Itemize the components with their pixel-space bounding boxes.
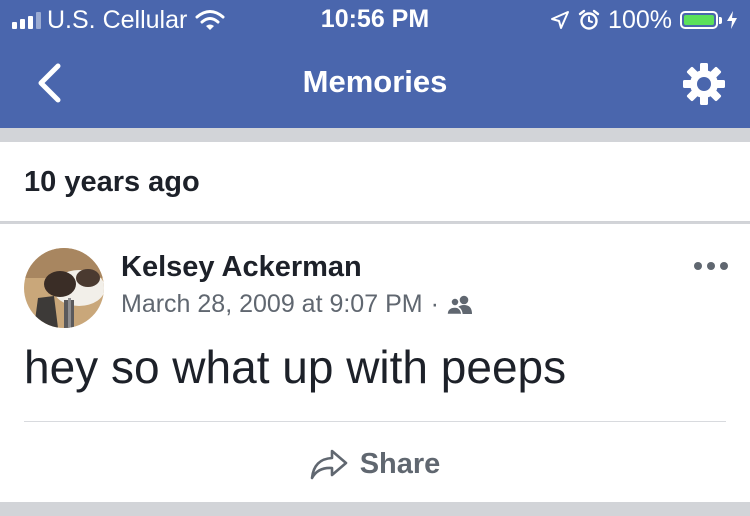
battery-fill (684, 15, 714, 25)
battery-tip (719, 17, 722, 24)
more-options-icon[interactable] (694, 262, 728, 270)
section-header: 10 years ago (0, 142, 750, 222)
battery-icon (680, 11, 722, 29)
status-right: 100% (550, 6, 738, 34)
page-title: Memories (302, 64, 448, 99)
post-meta: March 28, 2009 at 9:07 PM · (121, 290, 473, 319)
alarm-icon (578, 9, 600, 30)
memory-post: Kelsey Ackerman March 28, 2009 at 9:07 P… (0, 224, 750, 502)
divider (24, 421, 726, 422)
share-arrow-icon (310, 449, 347, 480)
avatar[interactable] (24, 248, 104, 328)
section-title: 10 years ago (24, 166, 200, 198)
app-header: U.S. Cellular 10:56 PM 100% Memories (0, 0, 750, 128)
navigation-bar: Memories (0, 40, 750, 128)
battery-percentage: 100% (608, 5, 672, 34)
author-name[interactable]: Kelsey Ackerman (121, 251, 362, 284)
meta-separator: · (430, 290, 439, 318)
gear-icon[interactable] (680, 60, 728, 108)
charging-bolt-icon (727, 11, 737, 29)
avatar-photo (24, 248, 104, 328)
friends-icon (446, 295, 472, 315)
share-label: Share (359, 447, 441, 480)
share-button[interactable]: Share (0, 442, 750, 486)
location-arrow-icon (551, 11, 570, 29)
status-bar: U.S. Cellular 10:56 PM 100% (0, 0, 750, 40)
post-timestamp[interactable]: March 28, 2009 at 9:07 PM (121, 290, 423, 319)
post-text: hey so what up with peeps (24, 341, 567, 393)
